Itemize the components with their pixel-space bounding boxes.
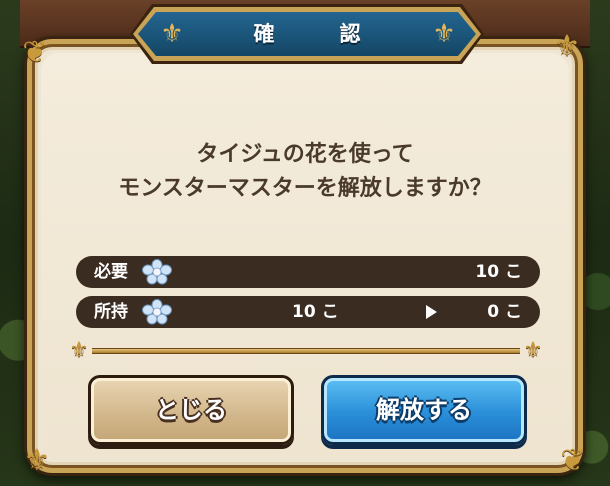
owned-current-amount: 10 こ	[292, 302, 339, 322]
corner-ornament-icon: ❦	[22, 35, 48, 70]
owned-row: 所持 10 こ 0 こ	[76, 296, 540, 328]
divider	[92, 348, 520, 354]
arrow-right-icon	[426, 305, 437, 319]
message-line-1: タイジュの花を使って	[196, 142, 414, 167]
release-button[interactable]: 解放する	[321, 375, 527, 445]
dialog-title: 確 認	[253, 22, 383, 46]
corner-ornament-icon: ❦	[560, 443, 586, 478]
close-button[interactable]: とじる	[88, 375, 294, 445]
owned-after-amount: 0 こ	[487, 302, 522, 322]
required-label: 必要	[94, 262, 128, 282]
confirm-message: タイジュの花を使って モンスターマスターを解放しますか？	[40, 138, 570, 206]
flower-icon	[142, 259, 172, 285]
game-scene: ❦ ⚜ ⚜ ❦ ⚜ ⚜ 確 認 タイジュの花を使って モンスターマスターを解放し…	[0, 0, 610, 486]
flower-icon	[142, 299, 172, 325]
owned-label: 所持	[94, 302, 128, 322]
corner-ornament-icon: ⚜	[553, 29, 581, 64]
divider-ornament-icon: ⚜	[523, 338, 543, 363]
required-row: 必要 10 こ	[76, 256, 540, 288]
corner-ornament-icon: ⚜	[23, 443, 51, 478]
divider-ornament-icon: ⚜	[69, 338, 89, 363]
message-line-2: モンスターマスターを解放しますか？	[118, 176, 492, 201]
required-amount: 10 こ	[475, 262, 522, 282]
